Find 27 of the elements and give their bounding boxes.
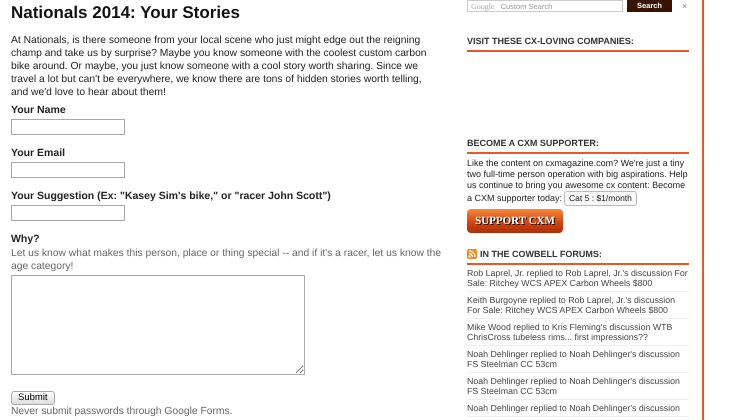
forum-post-link[interactable]: Noah Dehlinger replied to Noah Dehlinger's discussion FS Steelman CC 53cm — [467, 373, 689, 400]
intro-paragraph: At Nationals, is there someone from your local scene who just might edge out the reigning champ and take us by surprise? Maybe you know someone with the coolest custom carbon bike around. Or maybe, you just know someone with a cool story worth sharing. Since we travel a lot but can't be everywhere, we know there are tons of hidden stories worth telling, and we'd love to hear about them! — [11, 34, 428, 99]
submit-button[interactable]: Submit — [11, 391, 55, 405]
forum-post-link[interactable]: Mike Wood replied to Kris Fleming's discussion WTB ChrisCross tubeless rims... first impressions?? — [467, 319, 689, 346]
forum-post-link[interactable]: Rob Laprel, Jr. replied to Rob Laprel, Jr.'s discussion For Sale: Ritchey WCS APEX Carbon Wheels $800 — [467, 265, 689, 292]
field-label: Your Suggestion (Ex: "Kasey Sim's bike," or "racer John Scott") — [11, 190, 332, 203]
field-help: Let us know what makes this person, place or thing special -- and if it's a racer, let us know the age category! — [11, 248, 442, 273]
heading-text: IN THE COWBELL FORUMS: — [480, 249, 602, 259]
text-area[interactable] — [11, 275, 305, 375]
field-label: Why? — [11, 233, 41, 246]
input-field[interactable] — [11, 119, 125, 135]
forum-post-link[interactable]: Noah Dehlinger replied to Noah Dehlinger's discussion — [467, 400, 689, 417]
plan-select[interactable]: Cat 5 : $1/month — [564, 191, 637, 206]
form-title: Nationals 2014: Your Stories — [11, 3, 241, 23]
note-text: Never submit passwords through Google Forms. — [11, 406, 234, 418]
rss-icon[interactable] — [467, 249, 477, 259]
input-field[interactable] — [11, 205, 125, 221]
clear-button[interactable]: × — [682, 1, 688, 11]
input-field[interactable] — [11, 162, 125, 178]
support-button[interactable]: SUPPORT CXM — [467, 209, 563, 233]
field-label: Your Email — [11, 147, 66, 160]
section-heading: BECOME A CXM SUPPORTER: — [467, 138, 689, 154]
section-heading: VISIT THESE CX-LOVING COMPANIES: — [467, 36, 689, 52]
forum-post-link[interactable]: Keith Burgoyne replied to Rob Laprel, Jr.'s discussion For Sale: Ritchey WCS APEX Carbon Wheels $800 — [467, 292, 689, 319]
supporter-text: Like the content on cxmagazine.com? We're just a tiny two full-time person operation with big aspirations. Help us continue to bring you awesome cx content: Become a CXM supporter today: Cat 5 : $1/month — [467, 158, 689, 206]
field-label: Your Name — [11, 104, 67, 117]
forum-post-link[interactable]: Noah Dehlinger replied to Noah Dehlinger's discussion FS Steelman CC 53cm — [467, 346, 689, 373]
